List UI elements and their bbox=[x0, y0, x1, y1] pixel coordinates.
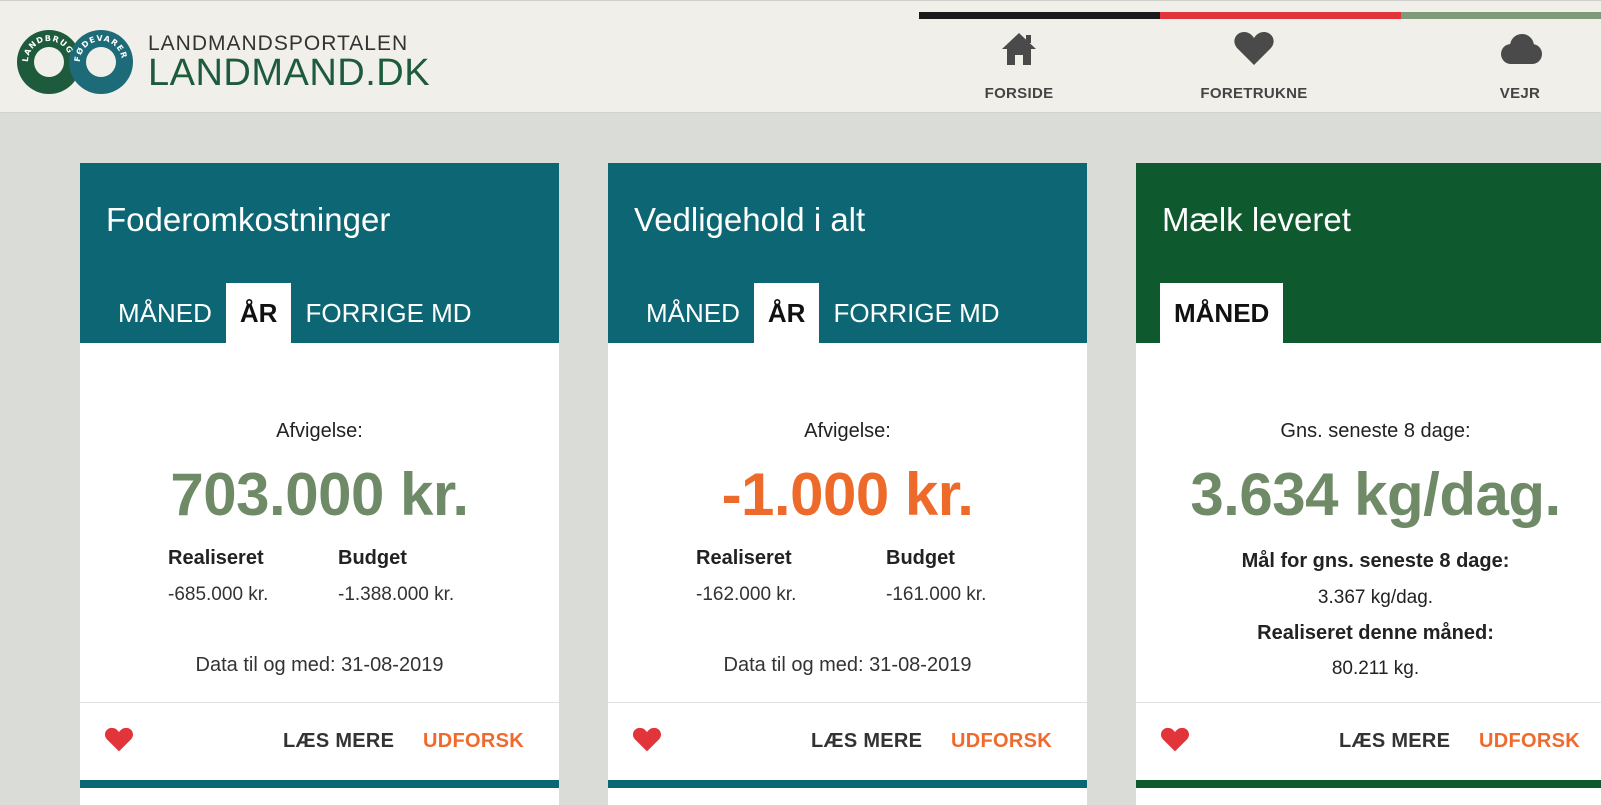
color-bar-black bbox=[919, 12, 1160, 19]
data-date: Data til og med: 31-08-2019 bbox=[723, 654, 972, 676]
card-footer: LÆS MERE UDFORSK bbox=[608, 702, 1087, 780]
card-title: Vedligehold i alt bbox=[634, 201, 866, 238]
deviation-label: Afvigelse: bbox=[804, 420, 891, 442]
goal-label: Mål for gns. seneste 8 dage: bbox=[1241, 550, 1510, 572]
tab-maaned[interactable]: MÅNED bbox=[1160, 283, 1284, 343]
favorite-heart-icon[interactable] bbox=[632, 727, 662, 758]
nav-vejr[interactable]: VEJR bbox=[1450, 29, 1590, 102]
data-date: Data til og med: 31-08-2019 bbox=[195, 654, 444, 676]
widget-card-maelk-leveret: Mælk leveret MÅNED Gns. seneste 8 dage: … bbox=[1136, 163, 1601, 805]
color-bar-red bbox=[1160, 12, 1401, 19]
deviation-label: Afvigelse: bbox=[276, 420, 363, 442]
nav-foretrukne[interactable]: FORETRUKNE bbox=[1184, 29, 1324, 102]
card-bottom-bar bbox=[1136, 780, 1601, 788]
site-header: LANDBRUG FØDEVARER LANDMANDSPORTALEN LAN… bbox=[0, 0, 1601, 113]
cloud-icon bbox=[1450, 29, 1590, 69]
month-label: Realiseret denne måned: bbox=[1257, 622, 1494, 644]
color-bar-green bbox=[1401, 12, 1601, 19]
budget-value: -161.000 kr. bbox=[886, 584, 987, 605]
laes-mere-link[interactable]: LÆS MERE bbox=[811, 730, 922, 753]
favorite-heart-icon[interactable] bbox=[104, 727, 134, 758]
nav-forside[interactable]: FORSIDE bbox=[949, 29, 1089, 102]
tab-forrige-md[interactable]: FORRIGE MD bbox=[819, 283, 1013, 343]
card-title: Foderomkostninger bbox=[106, 201, 391, 238]
realiseret-label: Realiseret bbox=[168, 547, 264, 569]
card-bottom-bar bbox=[80, 780, 559, 788]
favorite-heart-icon[interactable] bbox=[1160, 727, 1190, 758]
card-footer: LÆS MERE UDFORSK bbox=[1136, 702, 1601, 780]
budget-value: -1.388.000 kr. bbox=[338, 584, 455, 605]
card-title: Mælk leveret bbox=[1162, 201, 1351, 238]
card-header: Mælk leveret MÅNED bbox=[1136, 163, 1601, 343]
budget-label: Budget bbox=[338, 547, 407, 569]
realiseret-value: -685.000 kr. bbox=[168, 584, 269, 605]
card-footer: LÆS MERE UDFORSK bbox=[80, 702, 559, 780]
nav-vejr-label: VEJR bbox=[1499, 85, 1541, 102]
avg-value: 3.634 kg/dag. bbox=[1190, 461, 1561, 528]
deviation-value: 703.000 kr. bbox=[170, 461, 469, 528]
heart-icon bbox=[1184, 29, 1324, 69]
tab-aar[interactable]: ÅR bbox=[225, 283, 292, 343]
tab-forrige-md[interactable]: FORRIGE MD bbox=[291, 283, 485, 343]
nav-forside-label: FORSIDE bbox=[984, 85, 1054, 102]
site-logo[interactable]: LANDBRUG FØDEVARER LANDMANDSPORTALEN LAN… bbox=[16, 27, 430, 97]
card-tabs: MÅNED ÅR FORRIGE MD bbox=[632, 283, 1014, 343]
goal-value: 3.367 kg/dag. bbox=[1317, 587, 1434, 608]
realiseret-label: Realiseret bbox=[696, 547, 792, 569]
avg-label: Gns. seneste 8 dage: bbox=[1280, 420, 1471, 442]
month-value: 80.211 kg. bbox=[1331, 658, 1420, 679]
tab-aar[interactable]: ÅR bbox=[753, 283, 820, 343]
widget-card-foderomkostninger: Foderomkostninger MÅNED ÅR FORRIGE MD Af… bbox=[80, 163, 559, 805]
logo-main-text: LANDMAND.DK bbox=[148, 52, 431, 94]
home-icon bbox=[949, 29, 1089, 69]
card-bottom-bar bbox=[608, 780, 1087, 788]
card-tabs: MÅNED ÅR FORRIGE MD bbox=[104, 283, 486, 343]
tab-maaned[interactable]: MÅNED bbox=[104, 283, 226, 343]
widget-card-vedligehold: Vedligehold i alt MÅNED ÅR FORRIGE MD Af… bbox=[608, 163, 1087, 805]
udforsk-link[interactable]: UDFORSK bbox=[951, 730, 1052, 753]
laes-mere-link[interactable]: LÆS MERE bbox=[1339, 730, 1450, 753]
budget-label: Budget bbox=[886, 547, 955, 569]
logo-rings-icon: LANDBRUG FØDEVARER bbox=[16, 27, 136, 97]
card-header: Foderomkostninger MÅNED ÅR FORRIGE MD bbox=[80, 163, 559, 343]
nav-foretrukne-label: FORETRUKNE bbox=[1200, 85, 1308, 102]
realiseret-value: -162.000 kr. bbox=[696, 584, 797, 605]
laes-mere-link[interactable]: LÆS MERE bbox=[283, 730, 394, 753]
udforsk-link[interactable]: UDFORSK bbox=[1479, 730, 1580, 753]
card-header: Vedligehold i alt MÅNED ÅR FORRIGE MD bbox=[608, 163, 1087, 343]
udforsk-link[interactable]: UDFORSK bbox=[423, 730, 524, 753]
tab-maaned[interactable]: MÅNED bbox=[632, 283, 754, 343]
deviation-value: -1.000 kr. bbox=[721, 461, 974, 528]
card-tabs: MÅNED bbox=[1160, 283, 1284, 343]
